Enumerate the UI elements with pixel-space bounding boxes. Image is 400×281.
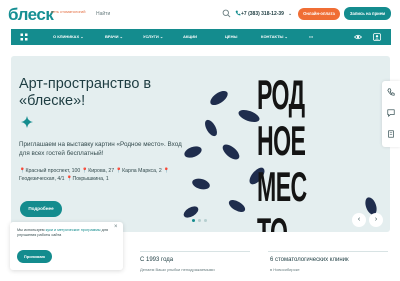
- prev-slide-button[interactable]: ‹: [352, 213, 366, 227]
- side-widget-panel: [382, 81, 400, 147]
- nav-item-services[interactable]: Услуги ⌄: [143, 34, 163, 39]
- sparkle-icon: [21, 116, 33, 128]
- nav-item-prices[interactable]: Цены: [225, 34, 237, 39]
- hero-banner: Арт-пространство в «блеске»! Приглашаем …: [11, 56, 390, 232]
- phone-number[interactable]: +7 (383) 318-12-39: [241, 11, 284, 17]
- menu-grid-icon[interactable]: [20, 33, 28, 41]
- slider-dot[interactable]: [192, 219, 195, 222]
- eye-icon[interactable]: [354, 33, 362, 41]
- slider-dot[interactable]: [198, 219, 201, 222]
- art-line: ТО: [257, 210, 323, 233]
- stat-title: 6 стоматологических клиник: [270, 257, 349, 263]
- cookie-text: Мы используем куки и метрические програм…: [17, 228, 112, 238]
- logo-subtitle: сеть стоматологий: [51, 9, 86, 14]
- art-line: МЕС: [257, 163, 307, 210]
- address-item: Карла Маркса, 2: [122, 168, 162, 174]
- address-item: Красный проспект, 100: [25, 168, 81, 174]
- divider: [140, 251, 250, 252]
- phone-icon[interactable]: [387, 88, 395, 96]
- chat-icon[interactable]: [387, 109, 395, 117]
- nav-item-contacts[interactable]: Контакты ⌄: [261, 34, 288, 39]
- cookie-banner: × Мы используем куки и метрические прогр…: [10, 222, 123, 270]
- cookie-policy-link[interactable]: куки и метрические программы: [46, 228, 101, 232]
- accept-cookies-button[interactable]: Принимаю: [17, 250, 52, 263]
- book-appointment-button[interactable]: Запись на прием: [344, 7, 391, 20]
- nav-item-doctors[interactable]: Врачи ⌄: [105, 34, 123, 39]
- close-icon[interactable]: ×: [114, 224, 118, 230]
- address-item: Кирова, 27: [88, 168, 115, 174]
- logo[interactable]: блеск: [8, 5, 54, 25]
- cookie-text-part: Мы используем: [17, 228, 46, 232]
- user-icon[interactable]: [373, 33, 381, 41]
- slider-dot[interactable]: [204, 219, 207, 222]
- address-item: Покрышкина, 1: [72, 176, 109, 182]
- divider: [268, 251, 388, 252]
- stat-subtitle: Делаем Ваши улыбки неподражаемыми: [140, 267, 215, 272]
- search-field[interactable]: Найти: [96, 11, 110, 17]
- online-payment-button[interactable]: Онлайн-оплата: [298, 8, 340, 20]
- nav-item-promotions[interactable]: Акции: [183, 34, 197, 39]
- more-button[interactable]: Подробнее: [20, 201, 62, 217]
- art-line: НОЕ: [257, 117, 306, 164]
- main-nav: О клиниках ⌄ Врачи ⌄ Услуги ⌄ Акции Цены…: [11, 29, 391, 45]
- more-menu-icon[interactable]: •••: [309, 34, 313, 39]
- document-icon[interactable]: [387, 130, 395, 138]
- stat-subtitle: в Новосибирске: [270, 267, 300, 272]
- address-item: Геодезическая, 4/1: [19, 176, 65, 182]
- hero-title: Арт-пространство в «блеске»!: [19, 76, 152, 109]
- nav-item-clinics[interactable]: О клиниках ⌄: [53, 34, 84, 39]
- artwork-lettering: РОД НОЕ МЕС ТО: [257, 71, 323, 233]
- slider-dots: [192, 219, 207, 222]
- site-header: блеск сеть стоматологий Найти +7 (383) 3…: [0, 0, 400, 29]
- hero-description: Приглашаем на выставку картин «Родное ме…: [19, 141, 182, 157]
- art-line: РОД: [257, 71, 305, 118]
- pin-icon: 📍: [163, 168, 170, 174]
- stat-title: С 1993 года: [140, 257, 174, 263]
- search-icon[interactable]: [222, 9, 231, 18]
- chevron-down-icon[interactable]: ⌄: [288, 11, 292, 17]
- next-slide-button[interactable]: ›: [369, 213, 383, 227]
